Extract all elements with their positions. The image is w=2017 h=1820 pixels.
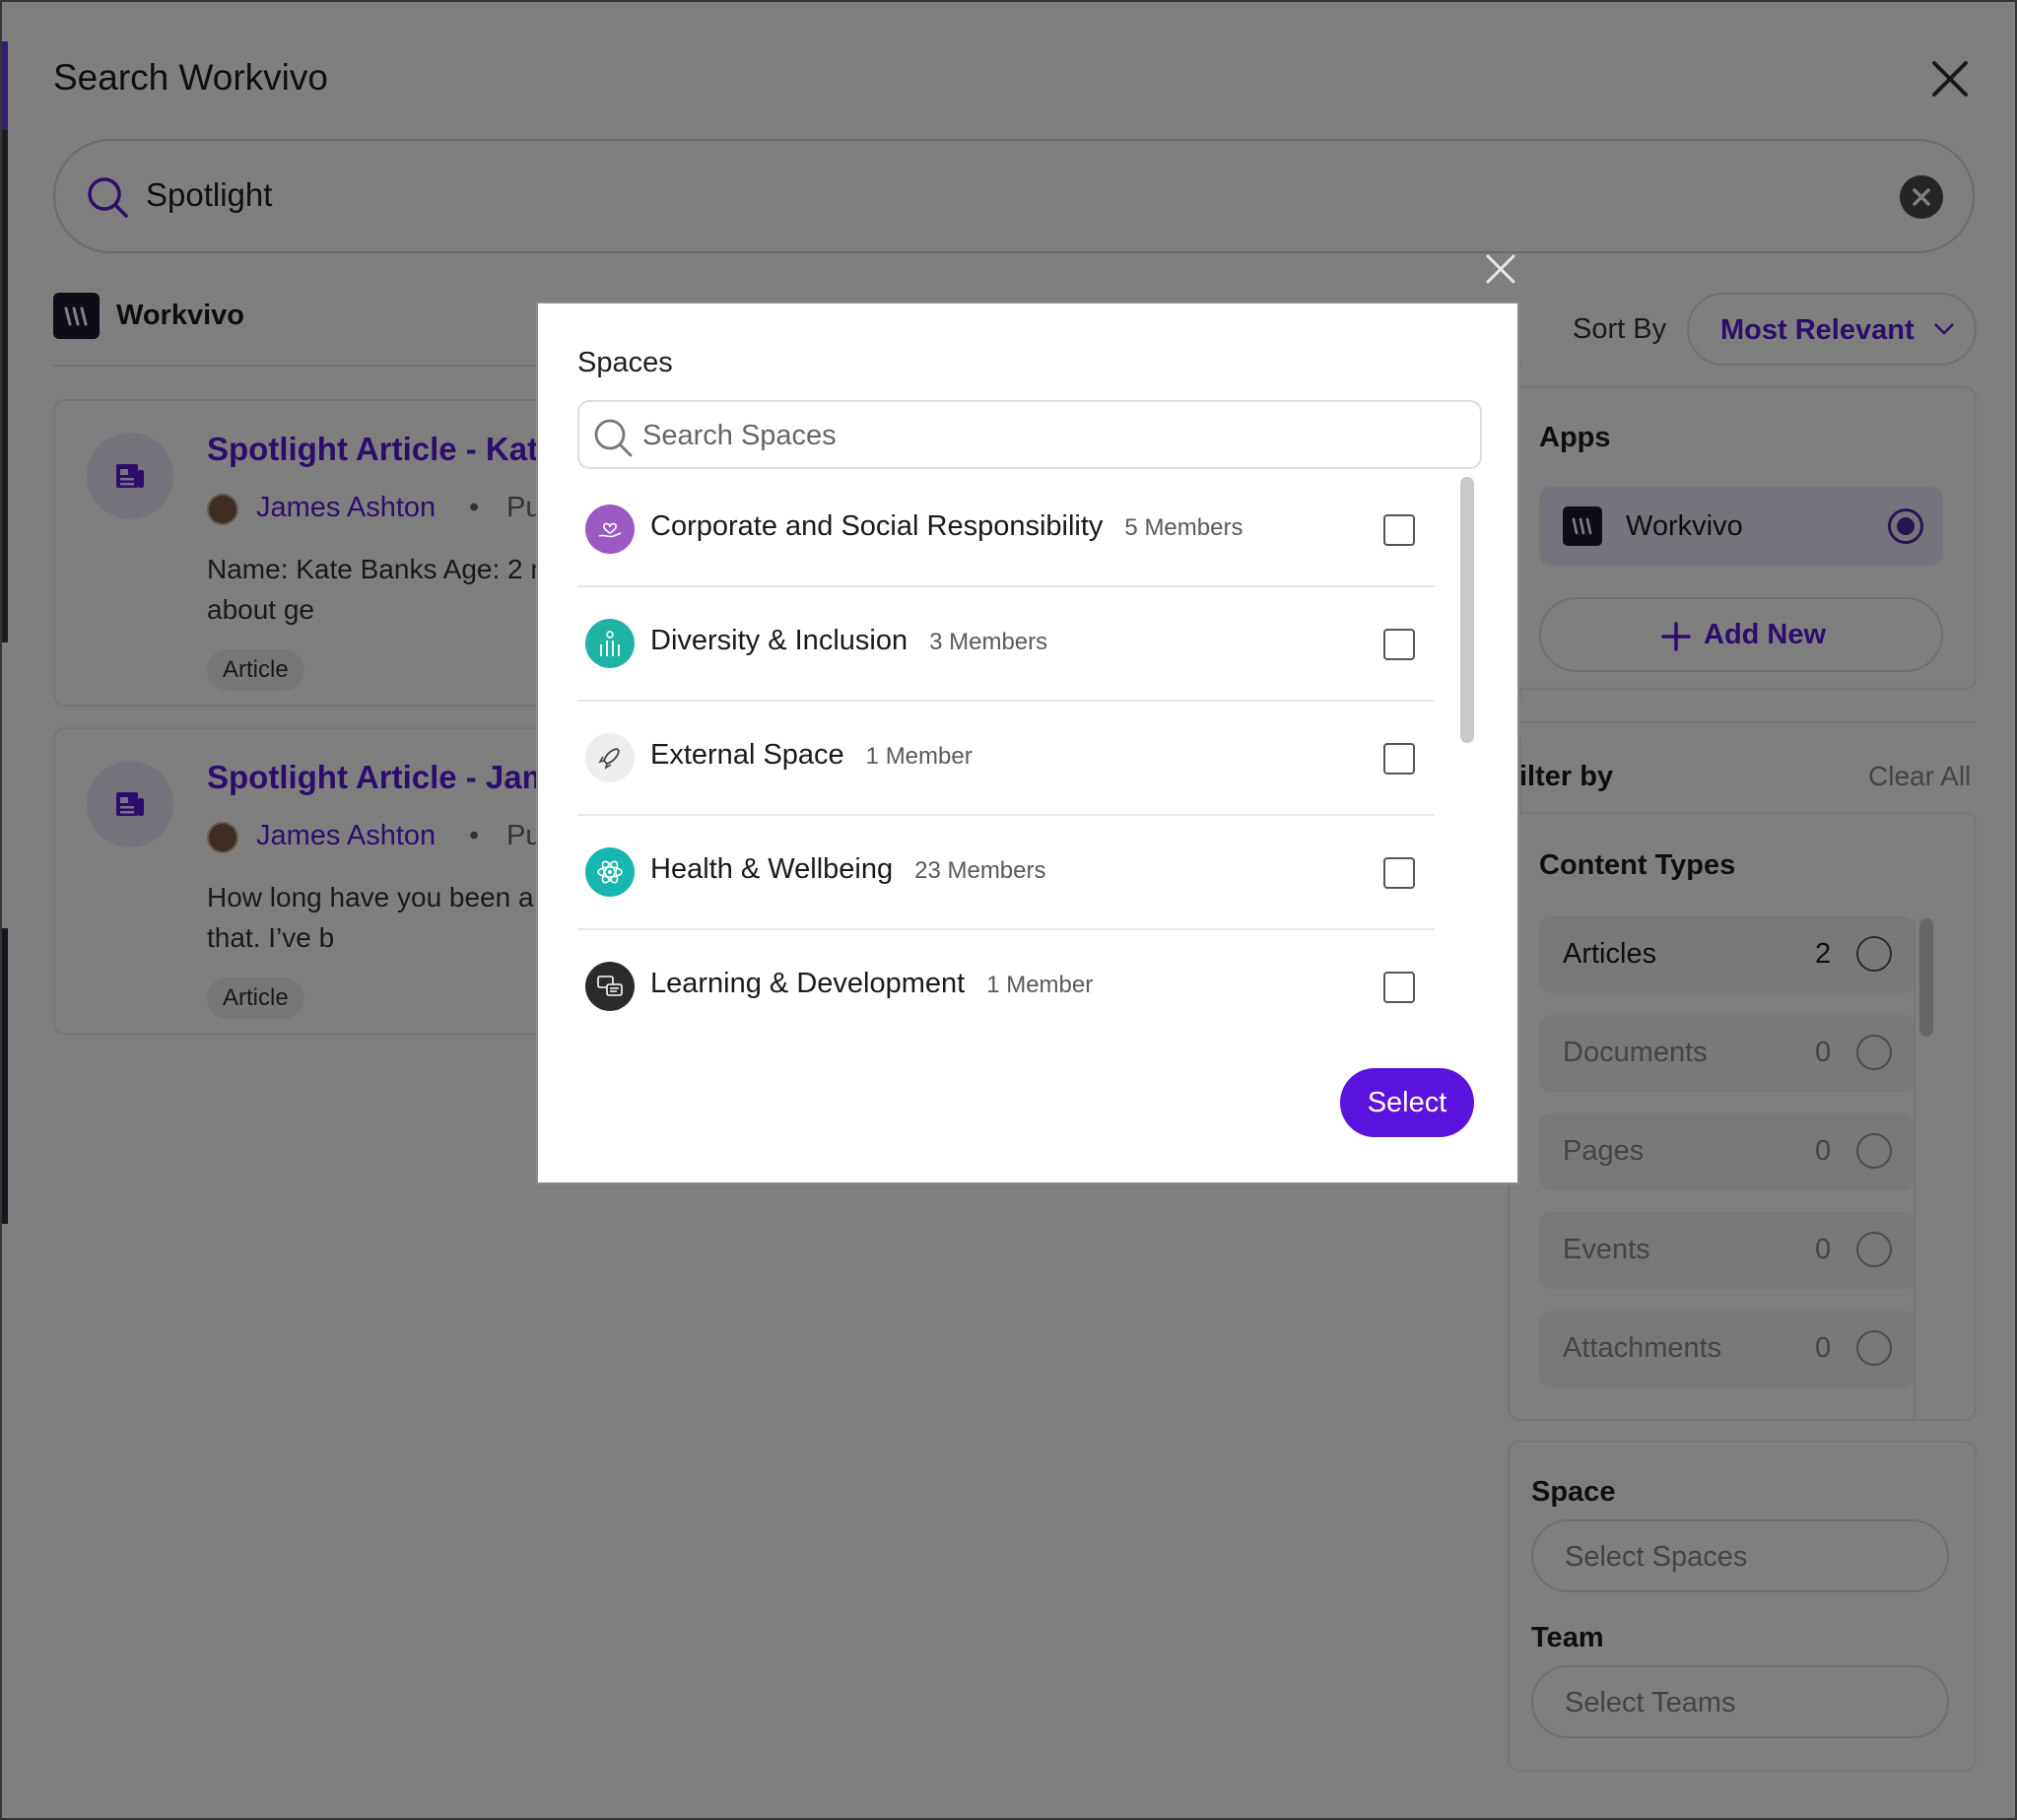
space-member-count: 3 Members — [929, 629, 1048, 655]
space-name-text: Corporate and Social Responsibility — [650, 510, 1104, 542]
search-spaces-field[interactable] — [577, 400, 1482, 469]
space-member-count: 5 Members — [1124, 514, 1244, 541]
space-name: Learning & Development 1 Member — [650, 968, 1093, 1000]
close-modal-button[interactable] — [1484, 252, 1517, 286]
space-name-text: Diversity & Inclusion — [650, 625, 908, 656]
space-avatar — [585, 619, 635, 668]
space-avatar — [585, 847, 635, 897]
space-avatar — [585, 962, 635, 1011]
space-row[interactable]: Health & Wellbeing 23 Members — [577, 816, 1435, 930]
space-member-count: 23 Members — [914, 857, 1046, 884]
space-checkbox[interactable] — [1383, 743, 1415, 775]
chat-bubbles-icon — [597, 976, 623, 996]
rocket-icon — [598, 748, 620, 770]
space-avatar — [585, 733, 635, 782]
space-checkbox[interactable] — [1383, 514, 1415, 546]
space-checkbox[interactable] — [1383, 629, 1415, 660]
space-name-text: External Space — [650, 739, 844, 771]
space-name: External Space 1 Member — [650, 739, 973, 772]
close-icon — [1486, 254, 1515, 284]
atom-icon — [597, 860, 623, 884]
space-row[interactable]: External Space 1 Member — [577, 702, 1435, 816]
space-name-text: Learning & Development — [650, 968, 966, 999]
space-name: Health & Wellbeing 23 Members — [650, 853, 1046, 886]
space-member-count: 1 Member — [865, 743, 973, 770]
space-checkbox[interactable] — [1383, 857, 1415, 889]
space-name: Diversity & Inclusion 3 Members — [650, 625, 1047, 657]
heart-hand-icon — [598, 522, 622, 538]
space-row[interactable]: Corporate and Social Responsibility 5 Mem… — [577, 473, 1435, 587]
spaces-modal: Spaces Corporate and Social Responsibili… — [536, 302, 1519, 1184]
select-button[interactable]: Select — [1340, 1068, 1474, 1137]
space-name: Corporate and Social Responsibility 5 Mem… — [650, 510, 1243, 543]
spaces-scrollbar[interactable] — [1460, 477, 1474, 743]
space-avatar — [585, 505, 635, 554]
people-hearts-icon — [600, 631, 620, 656]
space-name-text: Health & Wellbeing — [650, 853, 894, 885]
search-icon — [594, 419, 633, 457]
space-row[interactable]: Learning & Development 1 Member — [577, 930, 1435, 1041]
space-member-count: 1 Member — [986, 972, 1094, 998]
space-row[interactable]: Diversity & Inclusion 3 Members — [577, 587, 1435, 702]
spaces-list: Corporate and Social Responsibility 5 Mem… — [577, 473, 1435, 1041]
space-checkbox[interactable] — [1383, 972, 1415, 1003]
search-spaces-input[interactable] — [642, 416, 1450, 455]
modal-heading: Spaces — [577, 347, 673, 378]
